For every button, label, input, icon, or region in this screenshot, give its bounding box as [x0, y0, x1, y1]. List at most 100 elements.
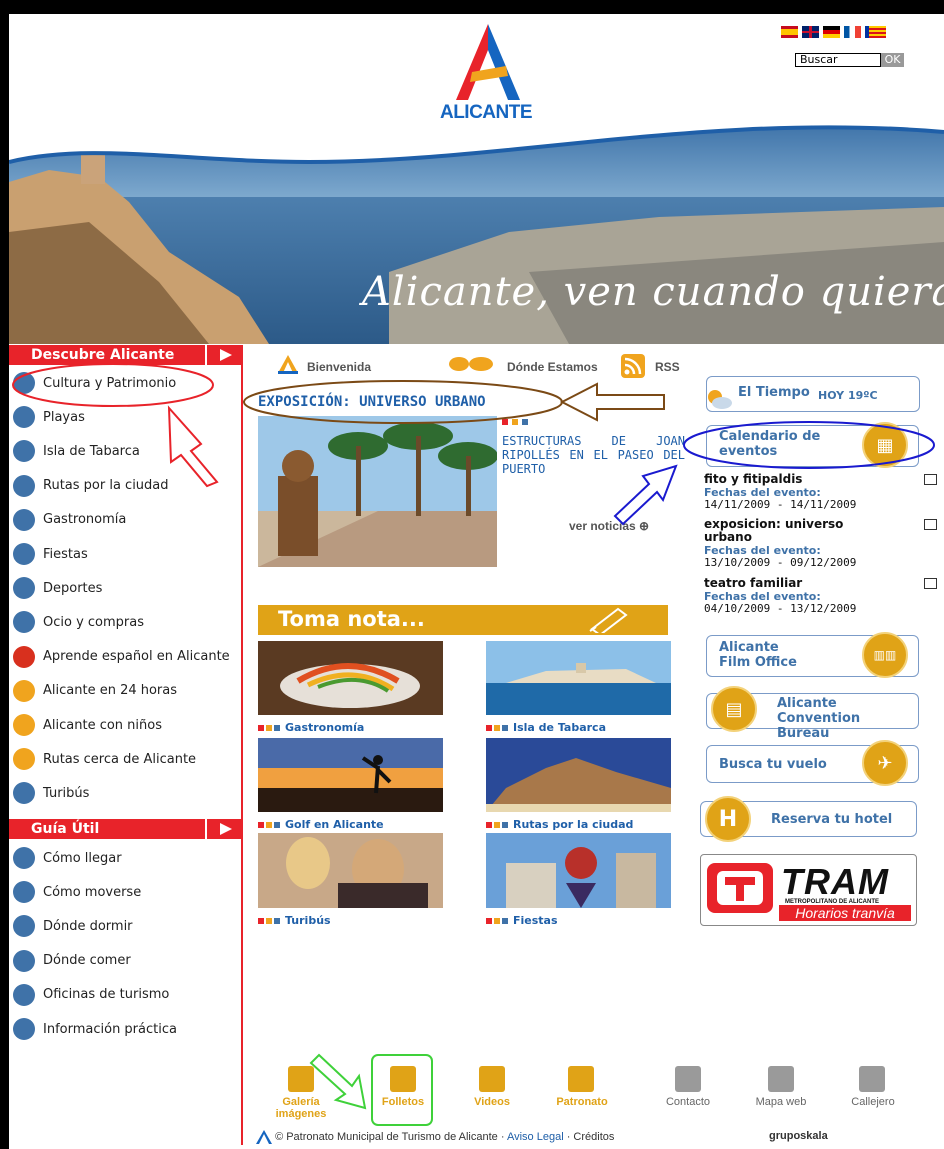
news-image[interactable] [258, 416, 497, 567]
caption-label: Gastronomía [285, 721, 365, 734]
toma-nota-caption[interactable]: Isla de Tabarca [486, 721, 606, 734]
sidebar-item-label: Alicante en 24 horas [43, 683, 178, 699]
sidebar-item[interactable]: Fiestas [13, 539, 88, 569]
tab-donde-estamos[interactable]: Dónde Estamos [507, 360, 598, 374]
tab-bienvenida[interactable]: Bienvenida [307, 360, 371, 374]
info-icon [13, 1018, 35, 1040]
copyright-text: © Patronato Municipal de Turismo de Alic… [275, 1130, 507, 1143]
sidebar-item[interactable]: Aprende español en Alicante [13, 642, 230, 672]
world-map-icon[interactable] [445, 354, 495, 374]
alicante-logo-icon[interactable] [446, 22, 531, 102]
route-icon [13, 474, 35, 497]
calendar-widget[interactable]: Calendario de eventos ▦ [706, 422, 919, 468]
legal-link[interactable]: Aviso Legal [507, 1131, 564, 1143]
film-office-link[interactable]: Alicante Film Office ▥▥ [706, 632, 919, 678]
sidebar-item-label: Gastronomía [43, 512, 127, 528]
sidebar-item[interactable]: Cómo moverse [13, 877, 141, 907]
toma-nota-caption[interactable]: Fiestas [486, 914, 558, 927]
event-title[interactable]: fito y fitipaldis [704, 473, 854, 486]
more-news-link[interactable]: ver noticias ⊕ [569, 519, 649, 533]
toma-nota-caption[interactable]: Gastronomía [258, 721, 364, 734]
toma-nota-caption[interactable]: Rutas por la ciudad [486, 818, 633, 831]
german-flag-icon[interactable] [823, 26, 840, 38]
sidebar-item[interactable]: Isla de Tabarca [13, 436, 140, 466]
sidebar-item[interactable]: Oficinas de turismo [13, 980, 169, 1010]
footer-link-label[interactable]: Folletos [375, 1096, 431, 1108]
sidebar-item[interactable]: Alicante en 24 horas [13, 676, 177, 706]
footer-link-label[interactable]: Callejero [841, 1096, 905, 1108]
toma-nota-image[interactable] [258, 641, 443, 715]
monument-icon [13, 372, 35, 394]
camera-icon[interactable] [288, 1066, 314, 1092]
valencian-flag-icon[interactable] [865, 26, 886, 38]
sidebar-item[interactable]: Dónde dormir [13, 911, 133, 941]
logo-text: ALICANTE [439, 102, 533, 123]
footer-link-label[interactable]: Contacto [656, 1096, 720, 1108]
sidebar-item[interactable]: Turibús [13, 778, 89, 808]
gruposkala-logo[interactable]: gruposkala [769, 1130, 828, 1142]
sidebar-item[interactable]: Playas [13, 402, 85, 432]
tram-logo-text: TRAM [781, 861, 889, 902]
news-headline[interactable]: EXPOSICIÓN: UNIVERSO URBANO [258, 394, 486, 410]
tram-banner[interactable]: TRAM METROPOLITANO DE ALICANTE Horarios … [700, 854, 917, 926]
hotel-booking-link[interactable]: H Reserva tu hotel [700, 796, 917, 842]
calendar-small-icon[interactable] [924, 474, 937, 485]
sidebar-item[interactable]: Deportes [13, 573, 102, 603]
toma-nota-image[interactable] [486, 833, 671, 908]
toma-nota-image[interactable] [258, 738, 443, 812]
event-dates: 14/11/2009 - 14/11/2009 [704, 498, 857, 511]
toma-nota-image[interactable] [486, 641, 671, 715]
sidebar-section-guide[interactable]: Guía Útil [9, 819, 242, 839]
street-map-icon[interactable] [859, 1066, 885, 1092]
footer-link-label[interactable]: Videos [464, 1096, 520, 1108]
sidebar-item[interactable]: Rutas cerca de Alicante [13, 744, 196, 774]
sidebar-item[interactable]: Ocio y compras [13, 607, 144, 637]
toma-nota-caption[interactable]: Golf en Alicante [258, 818, 384, 831]
sidebar-item[interactable]: Rutas por la ciudad [13, 471, 169, 501]
sitemap-icon[interactable] [768, 1066, 794, 1092]
divider [205, 819, 207, 839]
sidebar-item[interactable]: Cómo llegar [13, 843, 122, 873]
calendar-small-icon[interactable] [924, 519, 937, 530]
toma-nota-image[interactable] [486, 738, 671, 812]
video-icon[interactable] [479, 1066, 505, 1092]
sidebar-item-label: Turibús [43, 785, 90, 801]
event-title[interactable]: teatro familiar [704, 577, 854, 590]
sidebar-item-label: Cultura y Patrimonio [43, 375, 177, 391]
sidebar-item-label: Alicante con niños [43, 717, 162, 733]
bienvenida-logo-icon[interactable] [276, 354, 300, 374]
news-color-squares [502, 419, 530, 425]
sidebar-item[interactable]: Dónde comer [13, 946, 131, 976]
toma-nota-caption[interactable]: Turibús [258, 914, 331, 927]
search-ok-button[interactable]: OK [881, 53, 904, 67]
toma-nota-image[interactable] [258, 833, 443, 908]
english-flag-icon[interactable] [802, 26, 819, 38]
footer-link-label[interactable]: Patronato [552, 1096, 612, 1108]
sidebar-item[interactable]: Cultura y Patrimonio [13, 368, 176, 398]
sidebar-item-label: Rutas por la ciudad [43, 478, 169, 494]
convention-bureau-link[interactable]: ▤ Alicante Convention Bureau [706, 686, 919, 741]
phone-icon[interactable] [675, 1066, 701, 1092]
flight-search-link[interactable]: Busca tu vuelo ✈ [706, 740, 919, 786]
search-input[interactable]: Buscar [795, 53, 881, 67]
french-flag-icon[interactable] [844, 26, 861, 38]
sidebar-item[interactable]: Alicante con niños [13, 710, 162, 740]
footer-link-label[interactable]: Galería imágenes [267, 1096, 335, 1120]
brochure-icon[interactable] [390, 1066, 416, 1092]
tab-rss[interactable]: RSS [655, 360, 680, 374]
sidebar-item[interactable]: Información práctica [13, 1014, 177, 1044]
caption-label: Golf en Alicante [285, 818, 384, 831]
credits-link[interactable]: · Créditos [564, 1131, 615, 1143]
rss-icon[interactable] [621, 354, 645, 378]
annotation-red-arrow [167, 405, 219, 488]
sidebar-section-discover[interactable]: Descubre Alicante [9, 345, 242, 365]
calendar-small-icon[interactable] [924, 578, 937, 589]
spanish-flag-icon[interactable] [781, 26, 798, 38]
patronato-icon[interactable] [568, 1066, 594, 1092]
news-summary[interactable]: ESTRUCTURAS DE JOAN RIPOLLÉS EN EL PASEO… [502, 434, 685, 476]
event-title[interactable]: exposicion: universo urbano [704, 518, 854, 544]
book-icon [13, 645, 35, 668]
sidebar-item[interactable]: Gastronomía [13, 505, 126, 535]
footer-link-label[interactable]: Mapa web [749, 1096, 813, 1108]
weather-widget[interactable]: El Tiempo HOY 19ºC [706, 376, 920, 412]
